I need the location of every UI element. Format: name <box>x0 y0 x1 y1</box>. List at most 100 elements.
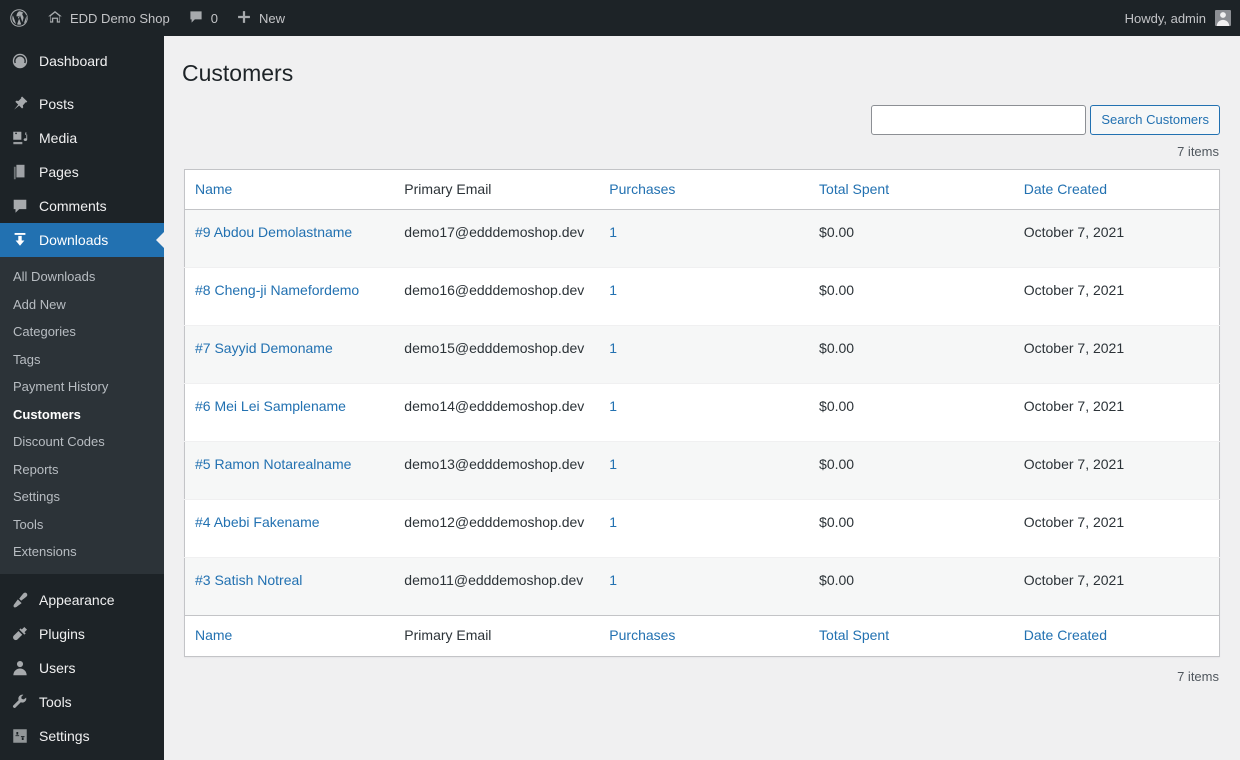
cell-date-created: October 7, 2021 <box>1013 499 1220 558</box>
purchases-link[interactable]: 1 <box>609 340 617 356</box>
customers-table-wrapper: Name Primary Email Purchases Total Spent… <box>184 168 1220 658</box>
media-photo-music-icon <box>10 128 30 148</box>
sidebar-item-settings[interactable]: Settings <box>0 719 164 753</box>
comments-count: 0 <box>210 10 218 26</box>
sidebar-item-tools[interactable]: Tools <box>0 685 164 719</box>
admin-bar: EDD Demo Shop 0 New Howdy, admin <box>0 0 1240 36</box>
admin-sidebar: Dashboard Posts Media Pages Comments Dow… <box>0 36 164 760</box>
home-icon <box>47 9 63 28</box>
download-arrow-icon <box>10 230 30 250</box>
column-header-name: Name <box>184 169 395 211</box>
purchases-link[interactable]: 1 <box>609 572 617 588</box>
cell-total-spent: $0.00 <box>809 267 1014 326</box>
sidebar-item-users[interactable]: Users <box>0 651 164 685</box>
plug-icon <box>10 624 30 644</box>
submenu-item-extensions[interactable]: Extensions <box>0 538 164 566</box>
table-row: #8 Cheng-ji Namefordemo demo16@edddemosh… <box>184 267 1220 326</box>
sidebar-item-label: Media <box>39 130 78 146</box>
purchases-link[interactable]: 1 <box>609 514 617 530</box>
purchases-link[interactable]: 1 <box>609 282 617 298</box>
cell-purchases: 1 <box>599 383 810 442</box>
sort-link-name[interactable]: Name <box>195 181 232 197</box>
sidebar-item-label: Comments <box>39 198 107 214</box>
comment-bubble-icon <box>10 196 30 216</box>
sidebar-item-dashboard[interactable]: Dashboard <box>0 44 164 78</box>
customer-name-link[interactable]: #6 Mei Lei Samplename <box>195 398 346 414</box>
cell-name: #6 Mei Lei Samplename <box>184 383 395 442</box>
sort-link-purchases[interactable]: Purchases <box>609 181 675 197</box>
table-row: #4 Abebi Fakename demo12@edddemoshop.dev… <box>184 499 1220 558</box>
customer-name-link[interactable]: #5 Ramon Notarealname <box>195 456 351 472</box>
sort-link-purchases-footer[interactable]: Purchases <box>609 627 675 643</box>
wrench-icon <box>10 692 30 712</box>
site-name-menu[interactable]: EDD Demo Shop <box>38 0 179 36</box>
submenu-item-reports[interactable]: Reports <box>0 456 164 484</box>
new-content-menu[interactable]: New <box>227 0 294 36</box>
submenu-item-all-downloads[interactable]: All Downloads <box>0 263 164 291</box>
comments-menu[interactable]: 0 <box>179 0 227 36</box>
cell-name: #5 Ramon Notarealname <box>184 441 395 500</box>
cell-purchases: 1 <box>599 441 810 500</box>
search-input[interactable] <box>871 104 1087 135</box>
footer-column-header-date-created: Date Created <box>1013 615 1220 657</box>
customer-name-link[interactable]: #9 Abdou Demolastname <box>195 224 352 240</box>
submenu-item-customers[interactable]: Customers <box>0 401 164 429</box>
sidebar-item-comments[interactable]: Comments <box>0 189 164 223</box>
cell-date-created: October 7, 2021 <box>1013 267 1220 326</box>
submenu-item-settings[interactable]: Settings <box>0 483 164 511</box>
my-account-menu[interactable]: Howdy, admin <box>1116 0 1240 36</box>
wp-logo-menu[interactable] <box>0 0 38 36</box>
items-count-top: 7 items <box>1177 143 1219 159</box>
new-content-label: New <box>258 10 285 26</box>
cell-total-spent: $0.00 <box>809 383 1014 442</box>
submenu-item-discount-codes[interactable]: Discount Codes <box>0 428 164 456</box>
submenu-item-tags[interactable]: Tags <box>0 346 164 374</box>
sidebar-separator <box>0 78 164 87</box>
purchases-link[interactable]: 1 <box>609 456 617 472</box>
sort-link-date-created-footer[interactable]: Date Created <box>1024 627 1107 643</box>
table-row: #3 Satish Notreal demo11@edddemoshop.dev… <box>184 557 1220 616</box>
sort-link-total-spent[interactable]: Total Spent <box>819 181 889 197</box>
cell-purchases: 1 <box>599 557 810 616</box>
customer-name-link[interactable]: #4 Abebi Fakename <box>195 514 320 530</box>
sidebar-item-pages[interactable]: Pages <box>0 155 164 189</box>
cell-email: demo16@edddemoshop.dev <box>394 267 600 326</box>
cell-purchases: 1 <box>599 499 810 558</box>
cell-name: #9 Abdou Demolastname <box>184 209 395 268</box>
cell-purchases: 1 <box>599 267 810 326</box>
purchases-link[interactable]: 1 <box>609 224 617 240</box>
sidebar-item-plugins[interactable]: Plugins <box>0 617 164 651</box>
cell-date-created: October 7, 2021 <box>1013 383 1220 442</box>
items-count-bottom: 7 items <box>1177 669 1219 685</box>
sidebar-item-media[interactable]: Media <box>0 121 164 155</box>
sidebar-item-posts[interactable]: Posts <box>0 87 164 121</box>
sort-link-total-spent-footer[interactable]: Total Spent <box>819 627 889 643</box>
table-head: Name Primary Email Purchases Total Spent… <box>184 169 1220 211</box>
sort-link-name-footer[interactable]: Name <box>195 627 232 643</box>
submenu-item-tools[interactable]: Tools <box>0 511 164 539</box>
sort-link-date-created[interactable]: Date Created <box>1024 181 1107 197</box>
footer-column-header-purchases: Purchases <box>599 615 810 657</box>
submenu-item-payment-history[interactable]: Payment History <box>0 373 164 401</box>
sliders-icon <box>10 726 30 746</box>
sidebar-item-appearance[interactable]: Appearance <box>0 583 164 617</box>
howdy-label: Howdy, admin <box>1124 10 1206 26</box>
submenu-item-categories[interactable]: Categories <box>0 318 164 346</box>
comment-bubble-icon <box>188 9 204 28</box>
cell-name: #4 Abebi Fakename <box>184 499 395 558</box>
customer-name-link[interactable]: #8 Cheng-ji Namefordemo <box>195 282 359 298</box>
customer-name-link[interactable]: #3 Satish Notreal <box>195 572 302 588</box>
search-customers-button[interactable]: Search Customers <box>1090 104 1220 135</box>
cell-total-spent: $0.00 <box>809 441 1014 500</box>
user-icon <box>10 658 30 678</box>
wordpress-logo-icon <box>9 8 29 28</box>
table-row: #7 Sayyid Demoname demo15@edddemoshop.de… <box>184 325 1220 384</box>
table-row: #9 Abdou Demolastname demo17@edddemoshop… <box>184 209 1220 268</box>
downloads-submenu: All Downloads Add New Categories Tags Pa… <box>0 257 164 575</box>
cell-name: #7 Sayyid Demoname <box>184 325 395 384</box>
plus-icon <box>236 9 252 28</box>
customer-name-link[interactable]: #7 Sayyid Demoname <box>195 340 333 356</box>
sidebar-item-downloads[interactable]: Downloads <box>0 223 164 257</box>
submenu-item-add-new[interactable]: Add New <box>0 291 164 319</box>
purchases-link[interactable]: 1 <box>609 398 617 414</box>
